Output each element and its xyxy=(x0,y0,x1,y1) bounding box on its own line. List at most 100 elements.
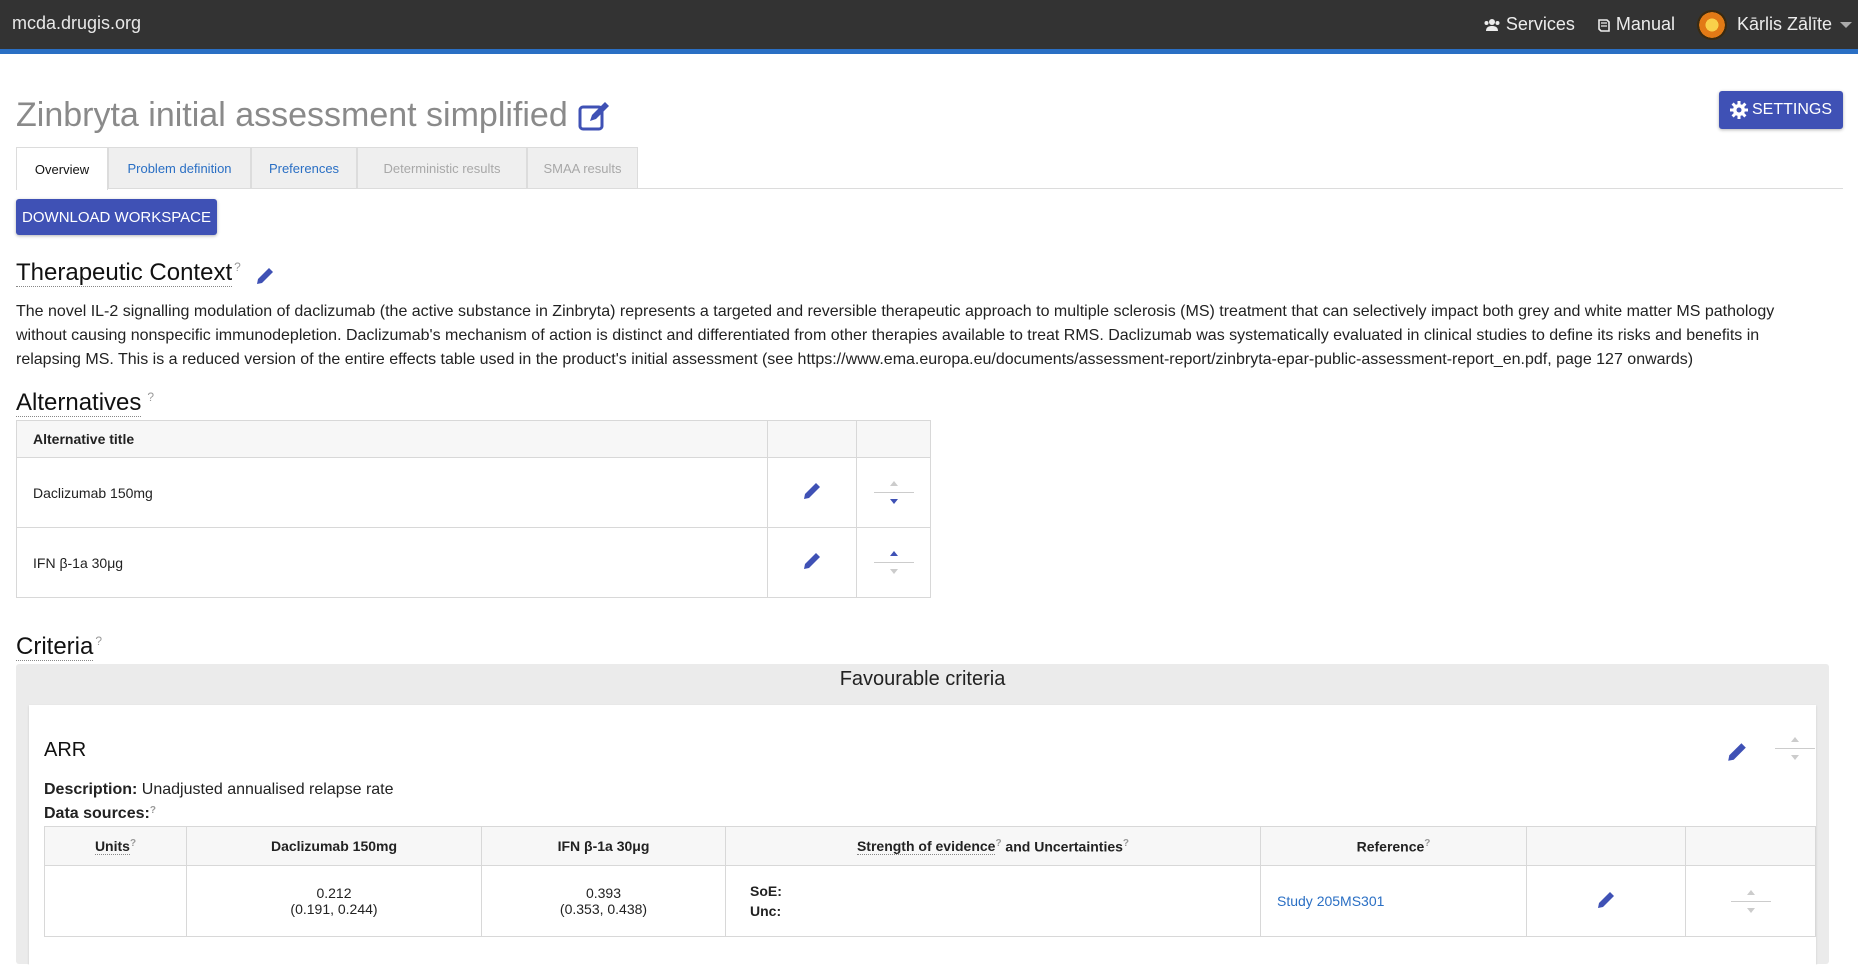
table-row: 0.212 (0.191, 0.244) 0.393 (0.353, 0.438… xyxy=(44,865,1816,937)
chevron-down-icon xyxy=(1840,21,1852,28)
manual-link[interactable]: Manual xyxy=(1597,14,1675,35)
user-menu[interactable]: Kārlis Zālīte xyxy=(1696,9,1858,40)
move-down-icon xyxy=(889,569,898,574)
help-icon[interactable]: ? xyxy=(130,838,136,849)
user-name: Kārlis Zālīte xyxy=(1736,14,1832,34)
move-up-icon xyxy=(889,481,898,486)
edit-column-header xyxy=(767,420,857,458)
edit-cell xyxy=(767,457,857,528)
services-link[interactable]: Services xyxy=(1483,14,1575,35)
data-sources-heading: Data sources: ? xyxy=(44,805,156,823)
data-sources-table: Units? Daclizumab 150mg IFN β-1a 30μg St… xyxy=(44,826,1816,937)
alternative-1-header: Daclizumab 150mg xyxy=(186,826,482,866)
help-icon[interactable]: ? xyxy=(1424,838,1430,849)
help-icon[interactable]: ? xyxy=(1123,838,1129,849)
edit-cell xyxy=(767,527,857,598)
table-header-row: Units? Daclizumab 150mg IFN β-1a 30μg St… xyxy=(44,826,1816,866)
move-up-icon xyxy=(1746,889,1755,895)
settings-label: SETTINGS xyxy=(1751,101,1832,118)
brand-link[interactable]: mcda.drugis.org xyxy=(12,13,141,34)
services-label: Services xyxy=(1505,14,1575,34)
tab-smaa-results[interactable]: SMAA results xyxy=(527,147,638,188)
tab-bar: Overview Problem definition Preferences … xyxy=(16,147,638,190)
users-icon xyxy=(1484,18,1500,31)
alternatives-table: Alternative title Daclizumab 150mg IFN β… xyxy=(16,420,931,598)
book-icon xyxy=(1598,18,1610,32)
workspace-title: Zinbryta initial assessment simplified xyxy=(16,96,568,134)
tab-deterministic-results[interactable]: Deterministic results xyxy=(357,147,527,188)
settings-button[interactable]: SETTINGS xyxy=(1719,91,1843,129)
alternatives-title: Alternatives xyxy=(16,389,142,417)
order-column-header xyxy=(1685,826,1816,866)
edit-cell xyxy=(1526,865,1686,937)
table-header-row: Alternative title xyxy=(16,420,931,458)
table-row: Daclizumab 150mg xyxy=(16,457,931,528)
move-down-icon xyxy=(1791,755,1799,760)
units-header: Units? xyxy=(44,826,187,866)
unc-header-label: and Uncertainties xyxy=(1001,838,1123,855)
favourable-criteria-heading: Favourable criteria xyxy=(839,668,1006,690)
edit-alternative-icon[interactable] xyxy=(802,481,822,501)
order-cell xyxy=(856,457,931,528)
avatar xyxy=(1696,9,1727,40)
criterion-card: ARR Description: Unadjusted annualised r… xyxy=(29,705,1816,965)
alternative-2-header: IFN β-1a 30μg xyxy=(481,826,726,866)
criteria-heading: Criteria ? xyxy=(16,634,102,661)
manual-label: Manual xyxy=(1615,14,1675,34)
edit-column-header xyxy=(1526,826,1686,866)
tab-deterministic-results-label: Deterministic results xyxy=(383,160,501,176)
help-icon[interactable]: ? xyxy=(150,805,156,823)
download-workspace-button[interactable]: DOWNLOAD WORKSPACE xyxy=(16,199,217,235)
alternative-1-value-cell: 0.212 (0.191, 0.244) xyxy=(186,865,482,937)
alternative-title-header: Alternative title xyxy=(16,420,768,458)
criteria-title: Criteria xyxy=(16,633,94,661)
table-row: IFN β-1a 30μg xyxy=(16,527,931,598)
alternative-1-ci: (0.191, 0.244) xyxy=(290,901,378,917)
therapeutic-context-text: The novel IL-2 signalling modulation of … xyxy=(16,303,1775,368)
tab-problem-definition-label: Problem definition xyxy=(127,160,232,176)
download-workspace-label: DOWNLOAD WORKSPACE xyxy=(22,208,211,226)
edit-alternative-icon[interactable] xyxy=(802,551,822,571)
tab-overview-label: Overview xyxy=(34,161,90,177)
alternatives-heading: Alternatives ? xyxy=(16,390,154,417)
soe-label: SoE: xyxy=(750,883,782,899)
soe-header-label: Strength of evidence xyxy=(856,838,996,856)
soe-unc-header: Strength of evidence? and Uncertainties? xyxy=(725,826,1261,866)
description-label: Description: xyxy=(44,781,138,798)
reference-header: Reference? xyxy=(1260,826,1527,866)
units-cell xyxy=(44,865,187,937)
tab-problem-definition[interactable]: Problem definition xyxy=(108,147,251,188)
reference-link[interactable]: Study 205MS301 xyxy=(1260,865,1527,937)
tab-preferences-label: Preferences xyxy=(268,160,340,176)
edit-data-source-icon[interactable] xyxy=(1596,890,1616,910)
move-down-icon[interactable] xyxy=(889,499,898,504)
criterion-description: Description: Unadjusted annualised relap… xyxy=(44,781,394,799)
move-up-icon[interactable] xyxy=(889,551,898,556)
alternative-title-cell: IFN β-1a 30μg xyxy=(16,527,768,598)
reference-header-label: Reference xyxy=(1356,838,1425,855)
gear-icon xyxy=(1729,101,1748,119)
edit-title-icon[interactable] xyxy=(578,101,612,131)
move-up-icon xyxy=(1791,737,1799,742)
criterion-name: ARR xyxy=(44,739,87,761)
alternative-2-value-cell: 0.393 (0.353, 0.438) xyxy=(481,865,726,937)
help-icon[interactable]: ? xyxy=(147,390,154,404)
alternative-2-value: 0.393 xyxy=(585,885,622,901)
edit-criterion-icon[interactable] xyxy=(1726,741,1748,763)
favourable-criteria-panel: Favourable criteria ARR Description: Una… xyxy=(16,664,1829,965)
criterion-order-control xyxy=(1775,737,1815,760)
tab-preferences[interactable]: Preferences xyxy=(251,147,357,188)
data-sources-label: Data sources: xyxy=(44,805,150,822)
help-icon[interactable]: ? xyxy=(95,634,102,648)
alternative-2-ci: (0.353, 0.438) xyxy=(559,901,648,917)
order-column-header xyxy=(856,420,931,458)
soe-unc-cell: SoE: Unc: xyxy=(725,865,1261,937)
edit-context-icon[interactable] xyxy=(255,266,275,286)
therapeutic-context-title: Therapeutic Context xyxy=(16,259,233,287)
units-header-label: Units xyxy=(94,838,130,856)
help-icon[interactable]: ? xyxy=(234,260,241,274)
tab-overview[interactable]: Overview xyxy=(16,147,108,190)
therapeutic-context-heading: Therapeutic Context ? xyxy=(16,260,275,287)
alternative-title-cell: Daclizumab 150mg xyxy=(16,457,768,528)
page-title: Zinbryta initial assessment simplified xyxy=(16,96,612,135)
